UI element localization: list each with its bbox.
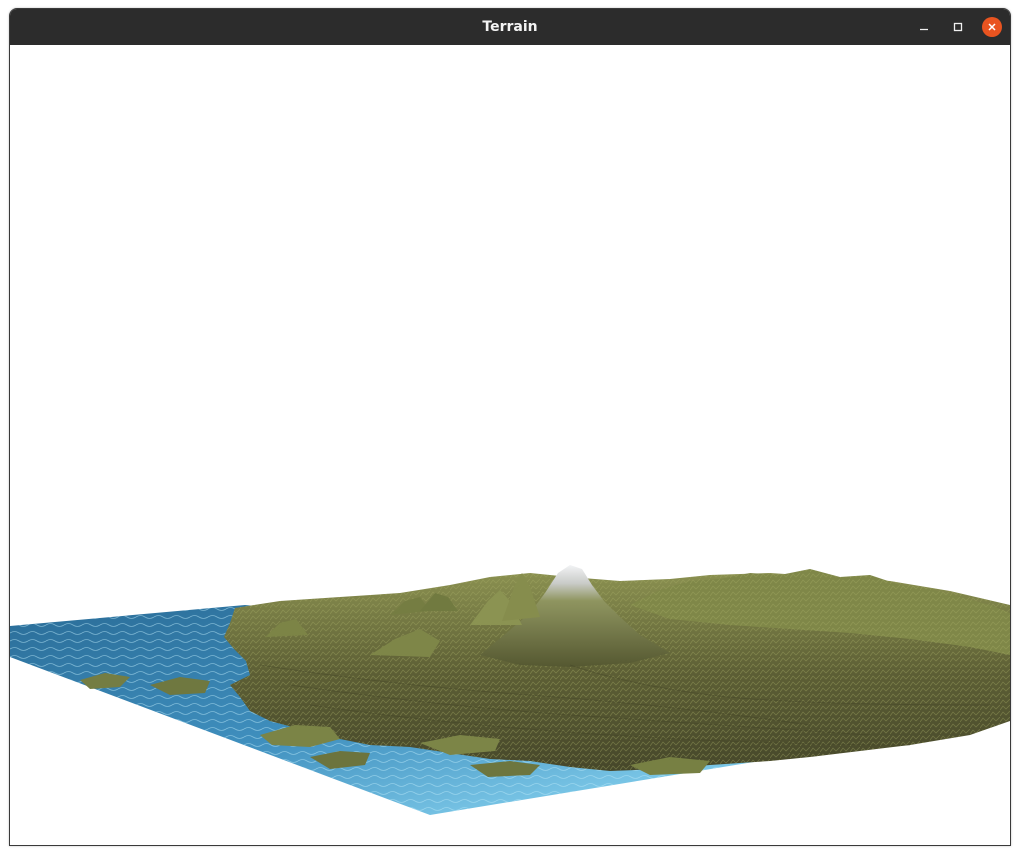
app-window: Terrain — [9, 8, 1011, 846]
minimize-button[interactable] — [914, 17, 934, 37]
maximize-button[interactable] — [948, 17, 968, 37]
terrain-render — [10, 565, 1010, 815]
close-icon — [986, 18, 998, 37]
title-bar[interactable]: Terrain — [10, 9, 1010, 45]
close-button[interactable] — [982, 17, 1002, 37]
window-title: Terrain — [482, 19, 538, 35]
maximize-icon — [952, 18, 964, 37]
minimize-icon — [918, 18, 930, 37]
terrain-viewport[interactable] — [10, 45, 1010, 845]
